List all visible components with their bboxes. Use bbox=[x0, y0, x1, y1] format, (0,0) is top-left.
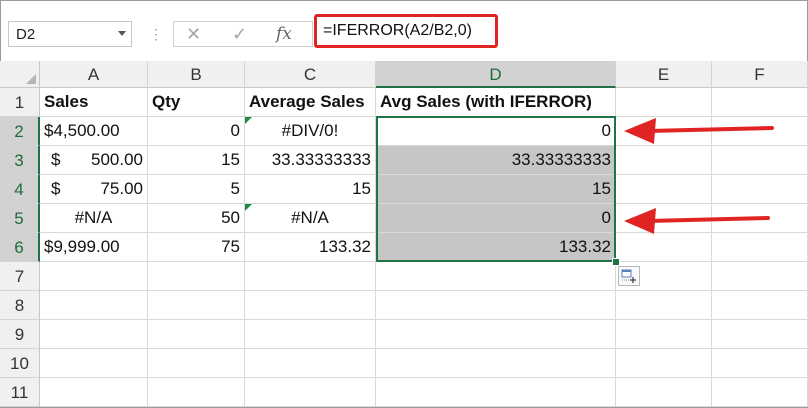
cell-e4[interactable] bbox=[616, 175, 712, 204]
cell-a4[interactable]: $75.00 bbox=[40, 175, 148, 204]
cell-d2[interactable]: 0 bbox=[376, 117, 616, 146]
row-header-9[interactable]: 9 bbox=[0, 320, 40, 349]
cell-c10[interactable] bbox=[245, 349, 376, 378]
cell-a3-value: 500.00 bbox=[91, 150, 143, 169]
cell-e3[interactable] bbox=[616, 146, 712, 175]
cell-e11[interactable] bbox=[616, 378, 712, 407]
cell-c7[interactable] bbox=[245, 262, 376, 291]
cell-a3[interactable]: $500.00 bbox=[40, 146, 148, 175]
row-header-2[interactable]: 2 bbox=[0, 117, 40, 146]
cell-c5[interactable]: #N/A bbox=[245, 204, 376, 233]
cell-b6[interactable]: 75 bbox=[148, 233, 245, 262]
column-header-d[interactable]: D bbox=[376, 61, 616, 88]
cell-d8[interactable] bbox=[376, 291, 616, 320]
row-header-1[interactable]: 1 bbox=[0, 88, 40, 117]
formula-input[interactable]: =IFERROR(A2/B2,0) bbox=[314, 14, 498, 48]
cell-f8[interactable] bbox=[712, 291, 808, 320]
column-header-c[interactable]: C bbox=[245, 61, 376, 88]
row-header-5[interactable]: 5 bbox=[0, 204, 40, 233]
formula-text: =IFERROR(A2/B2,0) bbox=[323, 22, 472, 39]
cell-a7[interactable] bbox=[40, 262, 148, 291]
fill-handle[interactable] bbox=[612, 258, 620, 266]
cell-f10[interactable] bbox=[712, 349, 808, 378]
annotation-arrow-icon bbox=[624, 118, 774, 144]
cell-b11[interactable] bbox=[148, 378, 245, 407]
annotation-arrow-icon bbox=[624, 208, 770, 234]
column-header-e[interactable]: E bbox=[616, 61, 712, 88]
row-header-3[interactable]: 3 bbox=[0, 146, 40, 175]
cell-b3[interactable]: 15 bbox=[148, 146, 245, 175]
cell-b1[interactable]: Qty bbox=[148, 88, 245, 117]
select-all-button[interactable] bbox=[0, 61, 40, 88]
cell-b4[interactable]: 5 bbox=[148, 175, 245, 204]
row-header-7[interactable]: 7 bbox=[0, 262, 40, 291]
column-header-f[interactable]: F bbox=[712, 61, 808, 88]
x-icon[interactable]: ✕ bbox=[186, 24, 201, 45]
formula-buttons: ✕ ✓ fx bbox=[173, 21, 313, 47]
cell-b7[interactable] bbox=[148, 262, 245, 291]
name-box[interactable]: D2 bbox=[8, 21, 132, 47]
cell-a2[interactable]: $4,500.00 bbox=[40, 117, 148, 146]
check-icon[interactable]: ✓ bbox=[232, 24, 247, 45]
cell-d5[interactable]: 0 bbox=[376, 204, 616, 233]
column-header-a[interactable]: A bbox=[40, 61, 148, 88]
fx-icon[interactable]: fx bbox=[276, 24, 292, 44]
cell-c6[interactable]: 133.32 bbox=[245, 233, 376, 262]
cell-e9[interactable] bbox=[616, 320, 712, 349]
cell-d11[interactable] bbox=[376, 378, 616, 407]
currency-symbol: $ bbox=[51, 179, 61, 198]
cell-c11[interactable] bbox=[245, 378, 376, 407]
cell-a4-value: 75.00 bbox=[100, 179, 143, 198]
quick-analysis-icon bbox=[621, 269, 636, 283]
cell-d3[interactable]: 33.33333333 bbox=[376, 146, 616, 175]
cell-a11[interactable] bbox=[40, 378, 148, 407]
row-header-4[interactable]: 4 bbox=[0, 175, 40, 204]
cell-f9[interactable] bbox=[712, 320, 808, 349]
cell-d10[interactable] bbox=[376, 349, 616, 378]
cell-f4[interactable] bbox=[712, 175, 808, 204]
currency-symbol: $ bbox=[51, 150, 61, 169]
cell-f3[interactable] bbox=[712, 146, 808, 175]
cell-f7[interactable] bbox=[712, 262, 808, 291]
cell-e10[interactable] bbox=[616, 349, 712, 378]
cell-d6[interactable]: 133.32 bbox=[376, 233, 616, 262]
cell-a9[interactable] bbox=[40, 320, 148, 349]
quick-analysis-button[interactable] bbox=[618, 266, 640, 286]
cell-a6[interactable]: $9,999.00 bbox=[40, 233, 148, 262]
cell-c1[interactable]: Average Sales bbox=[245, 88, 376, 117]
cell-b2[interactable]: 0 bbox=[148, 117, 245, 146]
chevron-down-icon[interactable] bbox=[118, 31, 126, 36]
cell-c3[interactable]: 33.33333333 bbox=[245, 146, 376, 175]
cell-b9[interactable] bbox=[148, 320, 245, 349]
cell-a10[interactable] bbox=[40, 349, 148, 378]
cell-e8[interactable] bbox=[616, 291, 712, 320]
cell-d4[interactable]: 15 bbox=[376, 175, 616, 204]
cell-a5[interactable]: #N/A bbox=[40, 204, 148, 233]
cell-c2[interactable]: #DIV/0! bbox=[245, 117, 376, 146]
column-header-b[interactable]: B bbox=[148, 61, 245, 88]
cell-e6[interactable] bbox=[616, 233, 712, 262]
row-header-11[interactable]: 11 bbox=[0, 378, 40, 407]
cell-f11[interactable] bbox=[712, 378, 808, 407]
cell-a8[interactable] bbox=[40, 291, 148, 320]
cell-d1[interactable]: Avg Sales (with IFERROR) bbox=[376, 88, 616, 117]
cell-f6[interactable] bbox=[712, 233, 808, 262]
cell-d9[interactable] bbox=[376, 320, 616, 349]
cell-b5[interactable]: 50 bbox=[148, 204, 245, 233]
cell-b10[interactable] bbox=[148, 349, 245, 378]
cell-c4[interactable]: 15 bbox=[245, 175, 376, 204]
row-header-10[interactable]: 10 bbox=[0, 349, 40, 378]
cell-a1[interactable]: Sales bbox=[40, 88, 148, 117]
cell-c9[interactable] bbox=[245, 320, 376, 349]
row-header-6[interactable]: 6 bbox=[0, 233, 40, 262]
cell-b8[interactable] bbox=[148, 291, 245, 320]
formula-bar: D2 ⋮ ✕ ✓ fx =IFERROR(A2/B2,0) bbox=[1, 1, 807, 62]
name-box-value: D2 bbox=[16, 26, 36, 43]
resize-handle-icon[interactable]: ⋮ bbox=[149, 27, 163, 41]
cell-d7[interactable] bbox=[376, 262, 616, 291]
cell-c8[interactable] bbox=[245, 291, 376, 320]
row-header-8[interactable]: 8 bbox=[0, 291, 40, 320]
